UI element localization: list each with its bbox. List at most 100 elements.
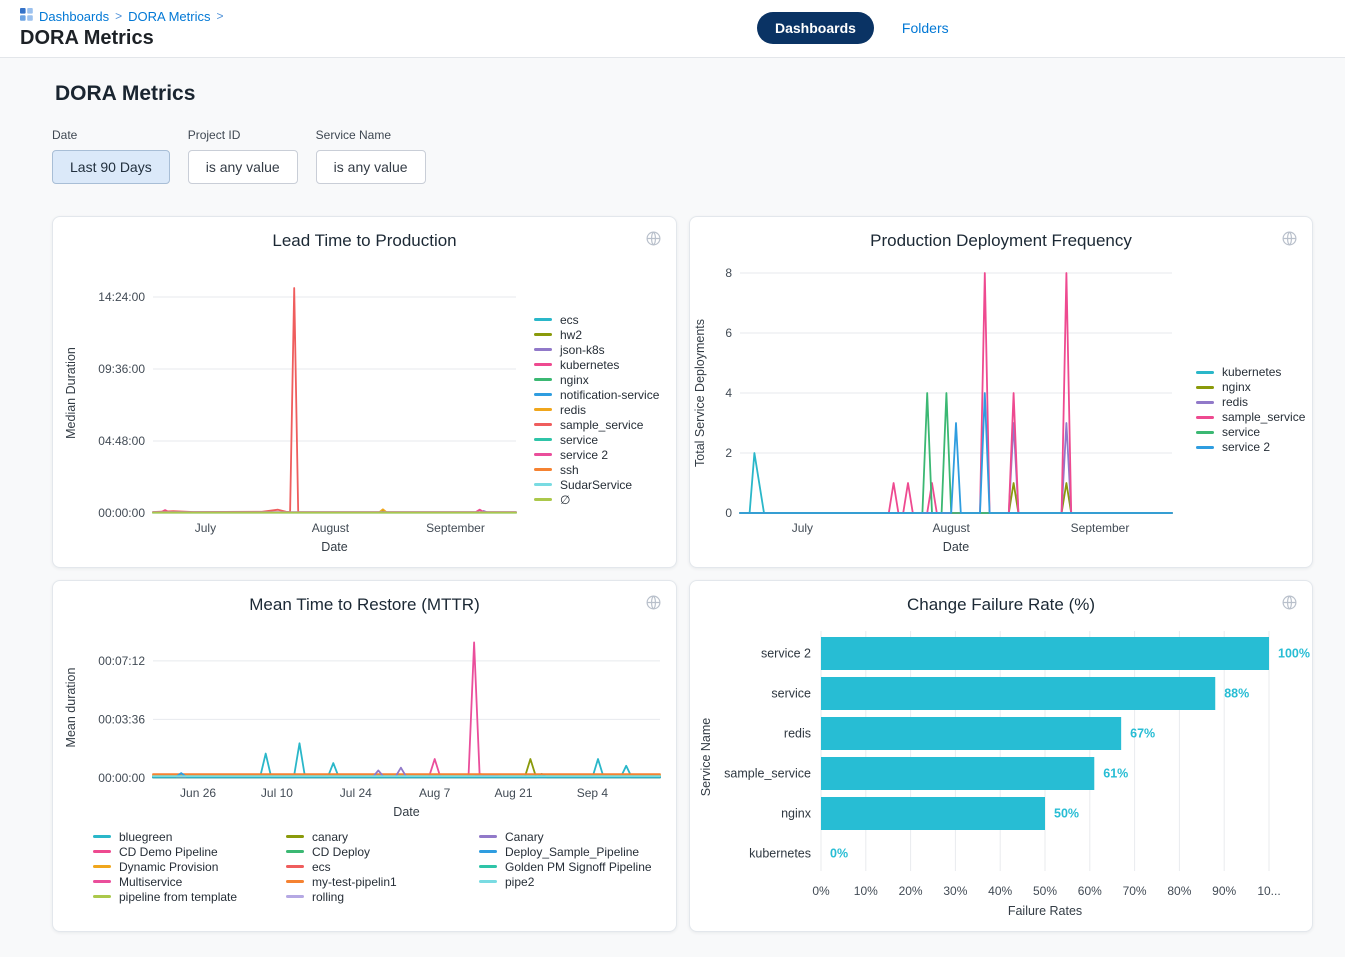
legend-item--[interactable]: ∅	[534, 492, 676, 507]
legend-item-dynamic-provision[interactable]: Dynamic Provision	[93, 859, 286, 874]
filter-date-value[interactable]: Last 90 Days	[52, 150, 170, 184]
tab-dashboards[interactable]: Dashboards	[757, 12, 874, 44]
legend-swatch	[534, 393, 552, 396]
dashboard-content: DORA Metrics Date Last 90 Days Project I…	[0, 58, 1345, 944]
legend-item-my-test-pipelin1[interactable]: my-test-pipelin1	[286, 874, 479, 889]
legend-item-sudarservice[interactable]: SudarService	[534, 477, 676, 492]
legend-item-service-2[interactable]: service 2	[534, 447, 676, 462]
legend-swatch	[479, 835, 497, 838]
legend-swatch	[534, 408, 552, 411]
legend-item-kubernetes[interactable]: kubernetes	[1196, 365, 1312, 380]
svg-text:Date: Date	[393, 805, 419, 819]
legend-item-notification-service[interactable]: notification-service	[534, 387, 676, 402]
svg-text:8: 8	[725, 266, 732, 280]
legend-label: SudarService	[560, 478, 632, 492]
change-failure-rate-chart[interactable]: 0%10%20%30%40%50%60%70%80%90%10...servic…	[690, 617, 1312, 930]
tab-folders[interactable]: Folders	[902, 20, 949, 36]
globe-icon[interactable]	[1281, 230, 1298, 247]
svg-text:10...: 10...	[1257, 884, 1280, 898]
legend-item-canary[interactable]: canary	[286, 829, 479, 844]
legend-label: service	[560, 433, 598, 447]
legend-item-pipeline-from-template[interactable]: pipeline from template	[93, 889, 286, 904]
svg-text:kubernetes: kubernetes	[749, 847, 811, 861]
globe-icon[interactable]	[1281, 594, 1298, 611]
legend-column: CanaryDeploy_Sample_PipelineGolden PM Si…	[479, 829, 672, 904]
svg-text:14:24:00: 14:24:00	[98, 290, 145, 304]
legend-item-golden-pm-signoff-pipeline[interactable]: Golden PM Signoff Pipeline	[479, 859, 672, 874]
legend-item-pipe2[interactable]: pipe2	[479, 874, 672, 889]
lead-time-chart[interactable]: 00:00:0004:48:0009:36:0014:24:00JulyAugu…	[53, 253, 518, 566]
panel-mttr: Mean Time to Restore (MTTR) 00:00:0000:0…	[52, 580, 677, 932]
legend-swatch	[1196, 446, 1214, 449]
svg-text:100%: 100%	[1278, 647, 1310, 661]
top-header: Dashboards > DORA Metrics > DORA Metrics…	[0, 0, 1345, 58]
legend-label: Golden PM Signoff Pipeline	[505, 860, 652, 874]
svg-text:50%: 50%	[1033, 884, 1057, 898]
legend-item-cd-demo-pipeline[interactable]: CD Demo Pipeline	[93, 844, 286, 859]
svg-text:88%: 88%	[1224, 687, 1249, 701]
legend-item-canary[interactable]: Canary	[479, 829, 672, 844]
svg-text:10%: 10%	[854, 884, 878, 898]
legend-item-deploy-sample-pipeline[interactable]: Deploy_Sample_Pipeline	[479, 844, 672, 859]
legend-item-hw2[interactable]: hw2	[534, 327, 676, 342]
legend-swatch	[534, 318, 552, 321]
legend-item-service-2[interactable]: service 2	[1196, 440, 1312, 455]
legend-swatch	[93, 895, 111, 898]
legend-item-sample-service[interactable]: sample_service	[534, 417, 676, 432]
legend-item-bluegreen[interactable]: bluegreen	[93, 829, 286, 844]
legend-item-nginx[interactable]: nginx	[534, 372, 676, 387]
legend-item-kubernetes[interactable]: kubernetes	[534, 357, 676, 372]
panel-title: Mean Time to Restore (MTTR)	[53, 595, 676, 615]
svg-text:Date: Date	[321, 540, 347, 554]
legend-item-nginx[interactable]: nginx	[1196, 380, 1312, 395]
legend-item-ssh[interactable]: ssh	[534, 462, 676, 477]
legend-item-ecs[interactable]: ecs	[534, 312, 676, 327]
breadcrumb-link-dashboards[interactable]: Dashboards	[39, 9, 109, 24]
legend-swatch	[534, 378, 552, 381]
globe-icon[interactable]	[645, 594, 662, 611]
svg-text:67%: 67%	[1130, 727, 1155, 741]
legend-item-rolling[interactable]: rolling	[286, 889, 479, 904]
legend-label: kubernetes	[560, 358, 619, 372]
legend-item-multiservice[interactable]: Multiservice	[93, 874, 286, 889]
legend-item-service[interactable]: service	[1196, 425, 1312, 440]
legend-label: Canary	[505, 830, 544, 844]
globe-icon[interactable]	[645, 230, 662, 247]
deployment-frequency-chart[interactable]: 02468JulyAugustSeptemberDateTotal Servic…	[690, 253, 1180, 566]
svg-text:Aug 7: Aug 7	[419, 786, 451, 800]
legend-label: bluegreen	[119, 830, 172, 844]
legend-item-service[interactable]: service	[534, 432, 676, 447]
legend-item-sample-service[interactable]: sample_service	[1196, 410, 1312, 425]
svg-text:70%: 70%	[1123, 884, 1147, 898]
dashboards-grid-icon	[20, 8, 33, 24]
legend-swatch	[93, 880, 111, 883]
legend-swatch	[534, 438, 552, 441]
svg-text:sample_service: sample_service	[724, 767, 811, 781]
legend-label: service 2	[1222, 440, 1270, 454]
panel-grid: Lead Time to Production 00:00:0004:48:00…	[52, 216, 1313, 932]
deployment-frequency-legend: kubernetesnginxredissample_serviceservic…	[1180, 253, 1312, 566]
filter-service-name-value[interactable]: is any value	[316, 150, 426, 184]
legend-swatch	[534, 333, 552, 336]
legend-swatch	[534, 498, 552, 501]
legend-swatch	[534, 363, 552, 366]
legend-item-ecs[interactable]: ecs	[286, 859, 479, 874]
legend-label: nginx	[1222, 380, 1251, 394]
legend-item-redis[interactable]: redis	[534, 402, 676, 417]
legend-swatch	[479, 865, 497, 868]
svg-text:40%: 40%	[988, 884, 1012, 898]
legend-item-cd-deploy[interactable]: CD Deploy	[286, 844, 479, 859]
legend-label: rolling	[312, 890, 344, 904]
legend-item-redis[interactable]: redis	[1196, 395, 1312, 410]
svg-text:61%: 61%	[1103, 767, 1128, 781]
lead-time-legend: ecshw2json-k8skubernetesnginxnotificatio…	[518, 253, 676, 566]
filter-project-id-value[interactable]: is any value	[188, 150, 298, 184]
mttr-chart[interactable]: 00:00:0000:03:3600:07:12Jun 26Jul 10Jul …	[53, 617, 676, 827]
legend-label: redis	[1222, 395, 1248, 409]
svg-text:Jul 10: Jul 10	[261, 786, 293, 800]
legend-item-json-k8s[interactable]: json-k8s	[534, 342, 676, 357]
breadcrumb-link-dora-metrics[interactable]: DORA Metrics	[128, 9, 210, 24]
breadcrumb: Dashboards > DORA Metrics >	[20, 8, 1325, 24]
filter-project-id-label: Project ID	[188, 128, 298, 142]
legend-swatch	[286, 895, 304, 898]
